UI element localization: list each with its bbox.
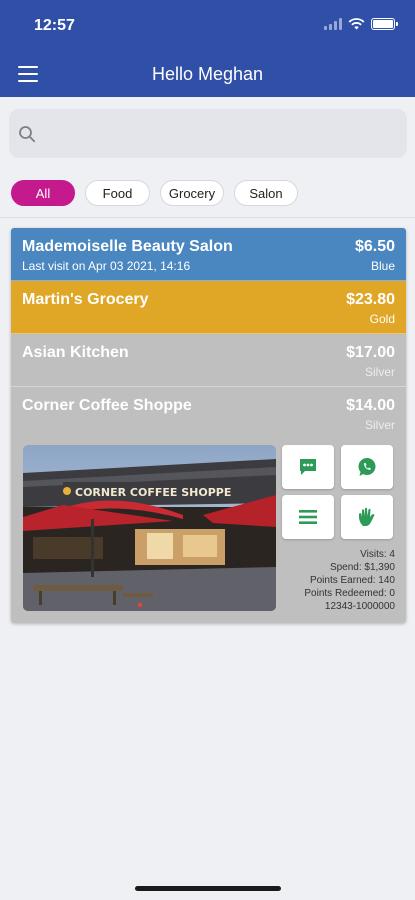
filter-chips: All Food Grocery Salon — [11, 180, 298, 206]
search-bar[interactable] — [9, 109, 407, 158]
status-icons — [324, 18, 398, 30]
store-sign: CORNER COFFEE SHOPPE — [75, 486, 231, 499]
whatsapp-button[interactable] — [341, 445, 393, 489]
app-header: 12:57 Hello Meghan — [0, 0, 415, 97]
wave-button[interactable] — [341, 495, 393, 539]
business-amount: $6.50 — [354, 238, 395, 255]
spend-total: Spend: $1,390 — [329, 562, 395, 573]
last-visit: Last visit on Apr 03 2021, 14:16 — [22, 259, 191, 273]
business-amount: $14.00 — [346, 397, 395, 414]
status-time: 12:57 — [34, 17, 75, 34]
business-amount: $17.00 — [346, 344, 395, 361]
menu-list-button[interactable] — [282, 495, 334, 539]
points-earned: Points Earned: 140 — [309, 575, 395, 586]
business-name: Martin's Grocery — [22, 291, 149, 308]
search-input[interactable] — [44, 124, 384, 143]
business-name: Asian Kitchen — [22, 344, 129, 361]
cellular-signal-icon — [324, 18, 342, 30]
page-title: Hello Meghan — [151, 64, 264, 84]
battery-icon — [371, 18, 398, 30]
business-name: Mademoiselle Beauty Salon — [22, 238, 233, 255]
tier-label: Gold — [369, 312, 395, 326]
divider — [0, 217, 415, 218]
chat-icon — [300, 459, 316, 475]
whatsapp-icon — [358, 458, 376, 476]
points-redeemed: Points Redeemed: 0 — [304, 588, 395, 599]
business-list: Mademoiselle Beauty Salon Last visit on … — [11, 228, 406, 623]
tier-label: Silver — [364, 418, 395, 432]
search-icon — [19, 125, 36, 142]
visit-stats: Visits: 4 Spend: $1,390 Points Earned: 1… — [304, 548, 395, 613]
business-row-coffee[interactable]: Corner Coffee Shoppe $14.00 Silver CORNE… — [11, 387, 406, 623]
visits-count: Visits: 4 — [360, 549, 395, 560]
hand-icon — [359, 507, 375, 526]
tier-label: Silver — [364, 365, 395, 379]
filter-salon[interactable]: Salon — [234, 180, 298, 206]
business-name: Corner Coffee Shoppe — [22, 397, 192, 414]
business-row-grocery[interactable]: Martin's Grocery $23.80 Gold — [11, 281, 406, 334]
business-row-salon[interactable]: Mademoiselle Beauty Salon Last visit on … — [11, 228, 406, 281]
filter-food[interactable]: Food — [85, 180, 150, 206]
business-amount: $23.80 — [346, 291, 395, 308]
filter-grocery[interactable]: Grocery — [160, 180, 224, 206]
filter-all[interactable]: All — [11, 180, 75, 206]
business-row-kitchen[interactable]: Asian Kitchen $17.00 Silver — [11, 334, 406, 387]
tier-label: Blue — [370, 259, 395, 273]
storefront-photo: CORNER COFFEE SHOPPE — [23, 445, 276, 611]
home-indicator — [135, 886, 281, 891]
account-number: 12343-1000000 — [324, 601, 395, 612]
message-button[interactable] — [282, 445, 334, 489]
wifi-icon — [348, 18, 365, 30]
list-icon — [299, 510, 317, 524]
